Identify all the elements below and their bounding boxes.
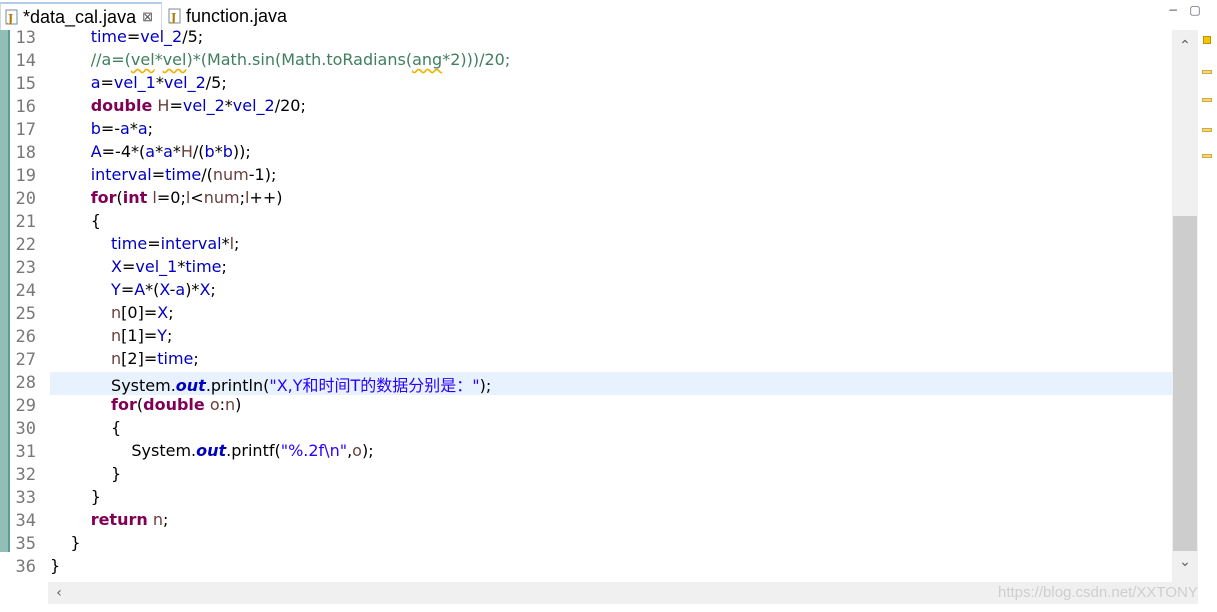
code-line[interactable]: time=interval*l; [50,234,239,253]
line-number: 31 [15,442,36,462]
line-number: 15 [15,74,36,94]
code-line[interactable]: } [50,556,60,575]
line-number: 13 [15,30,36,48]
line-number: 30 [15,419,36,439]
line-number: 25 [15,304,36,324]
code-line[interactable]: { [50,418,121,437]
scroll-down-icon[interactable]: ⌄ [1172,552,1198,572]
line-number: 21 [15,212,36,232]
code-line[interactable]: time=vel_2/5; [50,30,203,46]
warning-marker[interactable] [1202,128,1212,132]
minimize-button[interactable]: − [1166,4,1180,16]
warning-summary-icon[interactable] [1203,36,1211,44]
tab-data-cal-java[interactable]: J *data_cal.java ⊠ [0,2,162,30]
svg-text:J: J [170,11,176,24]
line-number: 28 [15,373,36,393]
line-number: 34 [15,511,36,531]
code-line[interactable]: System.out.println("X,Y和时间T的数据分别是："); [50,372,491,396]
line-number: 36 [15,557,36,577]
code-line[interactable]: } [50,533,80,552]
code-line[interactable]: double H=vel_2*vel_2/20; [50,96,306,115]
code-line[interactable]: a=vel_1*vel_2/5; [50,73,227,92]
tab-label: *data_cal.java [23,6,137,27]
code-line[interactable]: for(double o:n) [50,395,241,414]
warning-marker[interactable] [1202,98,1212,102]
vertical-scrollbar[interactable]: ⌃ ⌄ [1172,30,1198,582]
code-line[interactable]: A=-4*(a*a*H/(b*b)); [50,142,251,161]
overview-ruler[interactable] [1198,30,1217,582]
code-line[interactable]: n[2]=time; [50,349,199,368]
line-number: 19 [15,166,36,186]
line-number: 20 [15,189,36,209]
line-number: 33 [15,488,36,508]
line-number: 35 [15,534,36,554]
code-line[interactable]: b=-a*a; [50,119,153,138]
line-number: 18 [15,143,36,163]
java-file-icon: J [5,9,19,25]
code-line[interactable]: } [50,464,121,483]
line-number: 17 [15,120,36,140]
code-line[interactable]: } [50,487,101,506]
line-number: 26 [15,327,36,347]
code-line[interactable]: return n; [50,510,169,529]
scroll-up-icon[interactable]: ⌃ [1172,36,1198,56]
line-number: 27 [15,350,36,370]
code-line[interactable]: interval=time/(num-1); [50,165,277,184]
code-line[interactable]: Y=A*(X-a)*X; [50,280,216,299]
line-number: 14 [15,51,36,71]
tab-label: function.java [186,5,288,26]
code-editor[interactable]: 13 time=vel_2/5; 14 //a=(vel*vel)*(Math.s… [0,30,1217,582]
line-number: 16 [15,97,36,117]
code-line[interactable]: { [50,211,101,230]
code-line[interactable]: //a=(vel*vel)*(Math.sin(Math.toRadians(a… [50,50,511,69]
close-icon[interactable]: ⊠ [142,9,153,25]
code-line[interactable]: n[0]=X; [50,303,174,322]
line-number: 29 [15,396,36,416]
vertical-scroll-thumb[interactable] [1173,216,1197,551]
line-number: 23 [15,258,36,278]
watermark: https://blog.csdn.net/XXTONY [998,584,1198,601]
code-line[interactable]: for(int l=0;l<num;l++) [50,188,283,207]
editor-tab-bar: J *data_cal.java ⊠ J function.java − ▢ [0,0,1217,31]
code-line[interactable]: System.out.printf("%.2f\n",o); [50,441,373,460]
tab-function-java[interactable]: J function.java [164,2,314,30]
bottom-edge [0,604,1217,612]
warning-marker[interactable] [1202,154,1212,158]
line-number: 32 [15,465,36,485]
warning-marker[interactable] [1202,70,1212,74]
svg-text:J: J [7,12,13,25]
change-ruler [0,30,10,552]
code-line[interactable]: n[1]=Y; [50,326,172,345]
java-file-icon: J [168,8,182,24]
maximize-button[interactable]: ▢ [1188,4,1202,16]
line-number: 24 [15,281,36,301]
code-line[interactable]: X=vel_1*time; [50,257,227,276]
line-number: 22 [15,235,36,255]
scroll-left-icon[interactable]: ‹ [48,583,70,603]
